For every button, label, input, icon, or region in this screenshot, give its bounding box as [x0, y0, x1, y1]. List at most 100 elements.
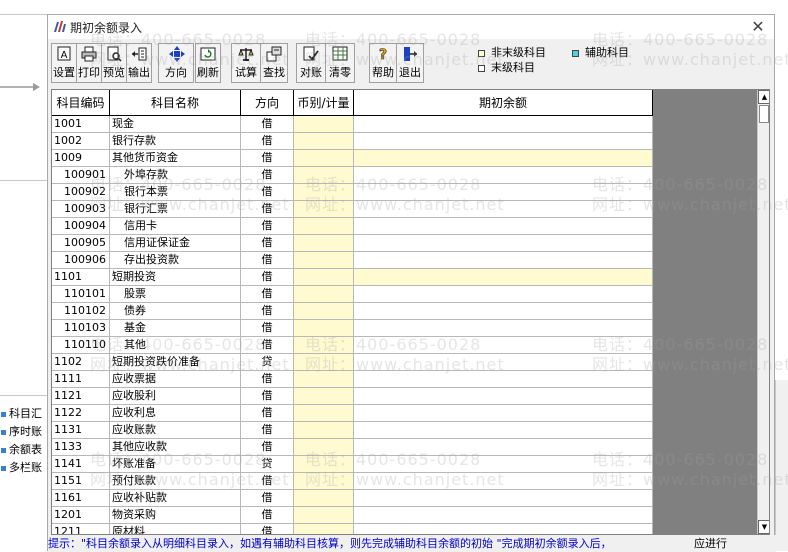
direction-cell[interactable]: 借	[241, 439, 294, 456]
account-name-cell[interactable]: 应收补贴款	[110, 490, 241, 507]
currency-unit-cell[interactable]	[294, 303, 354, 320]
account-name-cell[interactable]: 股票	[110, 286, 241, 303]
direction-cell[interactable]: 借	[241, 320, 294, 337]
account-name-cell[interactable]: 信用卡	[110, 218, 241, 235]
currency-unit-cell[interactable]	[294, 201, 354, 218]
currency-unit-cell[interactable]	[294, 252, 354, 269]
column-header[interactable]: 币别/计量	[294, 90, 354, 116]
opening-balance-cell[interactable]	[354, 507, 653, 524]
opening-balance-cell[interactable]	[354, 184, 653, 201]
opening-balance-cell[interactable]	[354, 354, 653, 371]
currency-unit-cell[interactable]	[294, 388, 354, 405]
opening-balance-cell[interactable]	[354, 371, 653, 388]
currency-unit-cell[interactable]	[294, 371, 354, 388]
account-name-cell[interactable]: 坏账准备	[110, 456, 241, 473]
currency-unit-cell[interactable]	[294, 133, 354, 150]
currency-unit-cell[interactable]	[294, 116, 354, 133]
table-row[interactable]: 100906 存出投资款借	[52, 252, 653, 269]
account-name-cell[interactable]: 其他应收款	[110, 439, 241, 456]
column-header[interactable]: 期初余额	[354, 90, 653, 116]
opening-balance-cell[interactable]	[354, 337, 653, 354]
table-row[interactable]: 1002 银行存款借	[52, 133, 653, 150]
opening-balance-cell[interactable]	[354, 473, 653, 490]
table-row[interactable]: 100903 银行汇票借	[52, 201, 653, 218]
opening-balance-cell[interactable]	[354, 252, 653, 269]
account-name-cell[interactable]: 应收利息	[110, 405, 241, 422]
account-name-cell[interactable]: 信用证保证金	[110, 235, 241, 252]
refresh-button[interactable]: 刷新	[195, 43, 221, 83]
currency-unit-cell[interactable]	[294, 235, 354, 252]
bg-nav-item[interactable]: 序时账	[0, 423, 48, 441]
currency-unit-cell[interactable]	[294, 337, 354, 354]
settings-button[interactable]: A 设置	[51, 43, 77, 83]
direction-cell[interactable]: 借	[241, 201, 294, 218]
currency-unit-cell[interactable]	[294, 320, 354, 337]
table-row[interactable]: 110101 股票借	[52, 286, 653, 303]
account-code-cell[interactable]: 1122	[52, 405, 110, 422]
currency-unit-cell[interactable]	[294, 439, 354, 456]
account-name-cell[interactable]: 应收股利	[110, 388, 241, 405]
direction-cell[interactable]: 借	[241, 269, 294, 286]
account-code-cell[interactable]: 100906	[52, 252, 110, 269]
bg-nav-item[interactable]: 余额表	[0, 441, 48, 459]
account-name-cell[interactable]: 预付账款	[110, 473, 241, 490]
opening-balance-cell[interactable]	[354, 269, 653, 286]
direction-button[interactable]: 方向	[158, 43, 194, 83]
account-name-cell[interactable]: 存出投资款	[110, 252, 241, 269]
account-code-cell[interactable]: 100905	[52, 235, 110, 252]
account-name-cell[interactable]: 银行汇票	[110, 201, 241, 218]
table-row[interactable]: 1131 应收账款借	[52, 422, 653, 439]
opening-balance-cell[interactable]	[354, 439, 653, 456]
table-row[interactable]: 1161 应收补贴款借	[52, 490, 653, 507]
account-code-cell[interactable]: 1211	[52, 524, 110, 534]
direction-cell[interactable]: 借	[241, 388, 294, 405]
account-code-cell[interactable]: 1111	[52, 371, 110, 388]
direction-cell[interactable]: 借	[241, 150, 294, 167]
account-name-cell[interactable]: 银行本票	[110, 184, 241, 201]
account-code-cell[interactable]: 1001	[52, 116, 110, 133]
scroll-down-button[interactable]: ▼	[758, 520, 769, 534]
bg-nav-item[interactable]: 科目汇	[0, 405, 48, 423]
exit-button[interactable]: 退出	[396, 43, 424, 83]
direction-cell[interactable]: 借	[241, 286, 294, 303]
direction-cell[interactable]: 借	[241, 303, 294, 320]
reconcile-button[interactable]: 对账	[296, 43, 326, 83]
opening-balance-cell[interactable]	[354, 150, 653, 167]
opening-balance-cell[interactable]	[354, 303, 653, 320]
direction-cell[interactable]: 借	[241, 337, 294, 354]
direction-cell[interactable]: 借	[241, 524, 294, 534]
direction-cell[interactable]: 贷	[241, 354, 294, 371]
account-code-cell[interactable]: 100902	[52, 184, 110, 201]
currency-unit-cell[interactable]	[294, 524, 354, 534]
opening-balance-cell[interactable]	[354, 218, 653, 235]
account-code-cell[interactable]: 100901	[52, 167, 110, 184]
currency-unit-cell[interactable]	[294, 184, 354, 201]
account-code-cell[interactable]: 1131	[52, 422, 110, 439]
direction-cell[interactable]: 借	[241, 473, 294, 490]
table-row[interactable]: 1009 其他货币资金借	[52, 150, 653, 167]
account-code-cell[interactable]: 1101	[52, 269, 110, 286]
column-header[interactable]: 科目名称	[110, 90, 241, 116]
currency-unit-cell[interactable]	[294, 456, 354, 473]
preview-button[interactable]: 预览	[101, 43, 127, 83]
direction-cell[interactable]: 借	[241, 371, 294, 388]
account-name-cell[interactable]: 其他货币资金	[110, 150, 241, 167]
account-code-cell[interactable]: 1002	[52, 133, 110, 150]
direction-cell[interactable]: 借	[241, 167, 294, 184]
table-row[interactable]: 1101 短期投资借	[52, 269, 653, 286]
table-row[interactable]: 1122 应收利息借	[52, 405, 653, 422]
print-button[interactable]: 打印	[76, 43, 102, 83]
currency-unit-cell[interactable]	[294, 218, 354, 235]
account-name-cell[interactable]: 应收票据	[110, 371, 241, 388]
account-code-cell[interactable]: 1201	[52, 507, 110, 524]
export-button[interactable]: 输出	[126, 43, 152, 83]
currency-unit-cell[interactable]	[294, 286, 354, 303]
bg-nav-item[interactable]: 多栏账	[0, 459, 48, 477]
opening-balance-cell[interactable]	[354, 235, 653, 252]
help-button[interactable]: ? 帮助	[369, 43, 397, 83]
table-row[interactable]: 1133 其他应收款借	[52, 439, 653, 456]
opening-balance-cell[interactable]	[354, 422, 653, 439]
scroll-up-button[interactable]: ▲	[758, 90, 769, 104]
table-row[interactable]: 1151 预付账款借	[52, 473, 653, 490]
currency-unit-cell[interactable]	[294, 507, 354, 524]
